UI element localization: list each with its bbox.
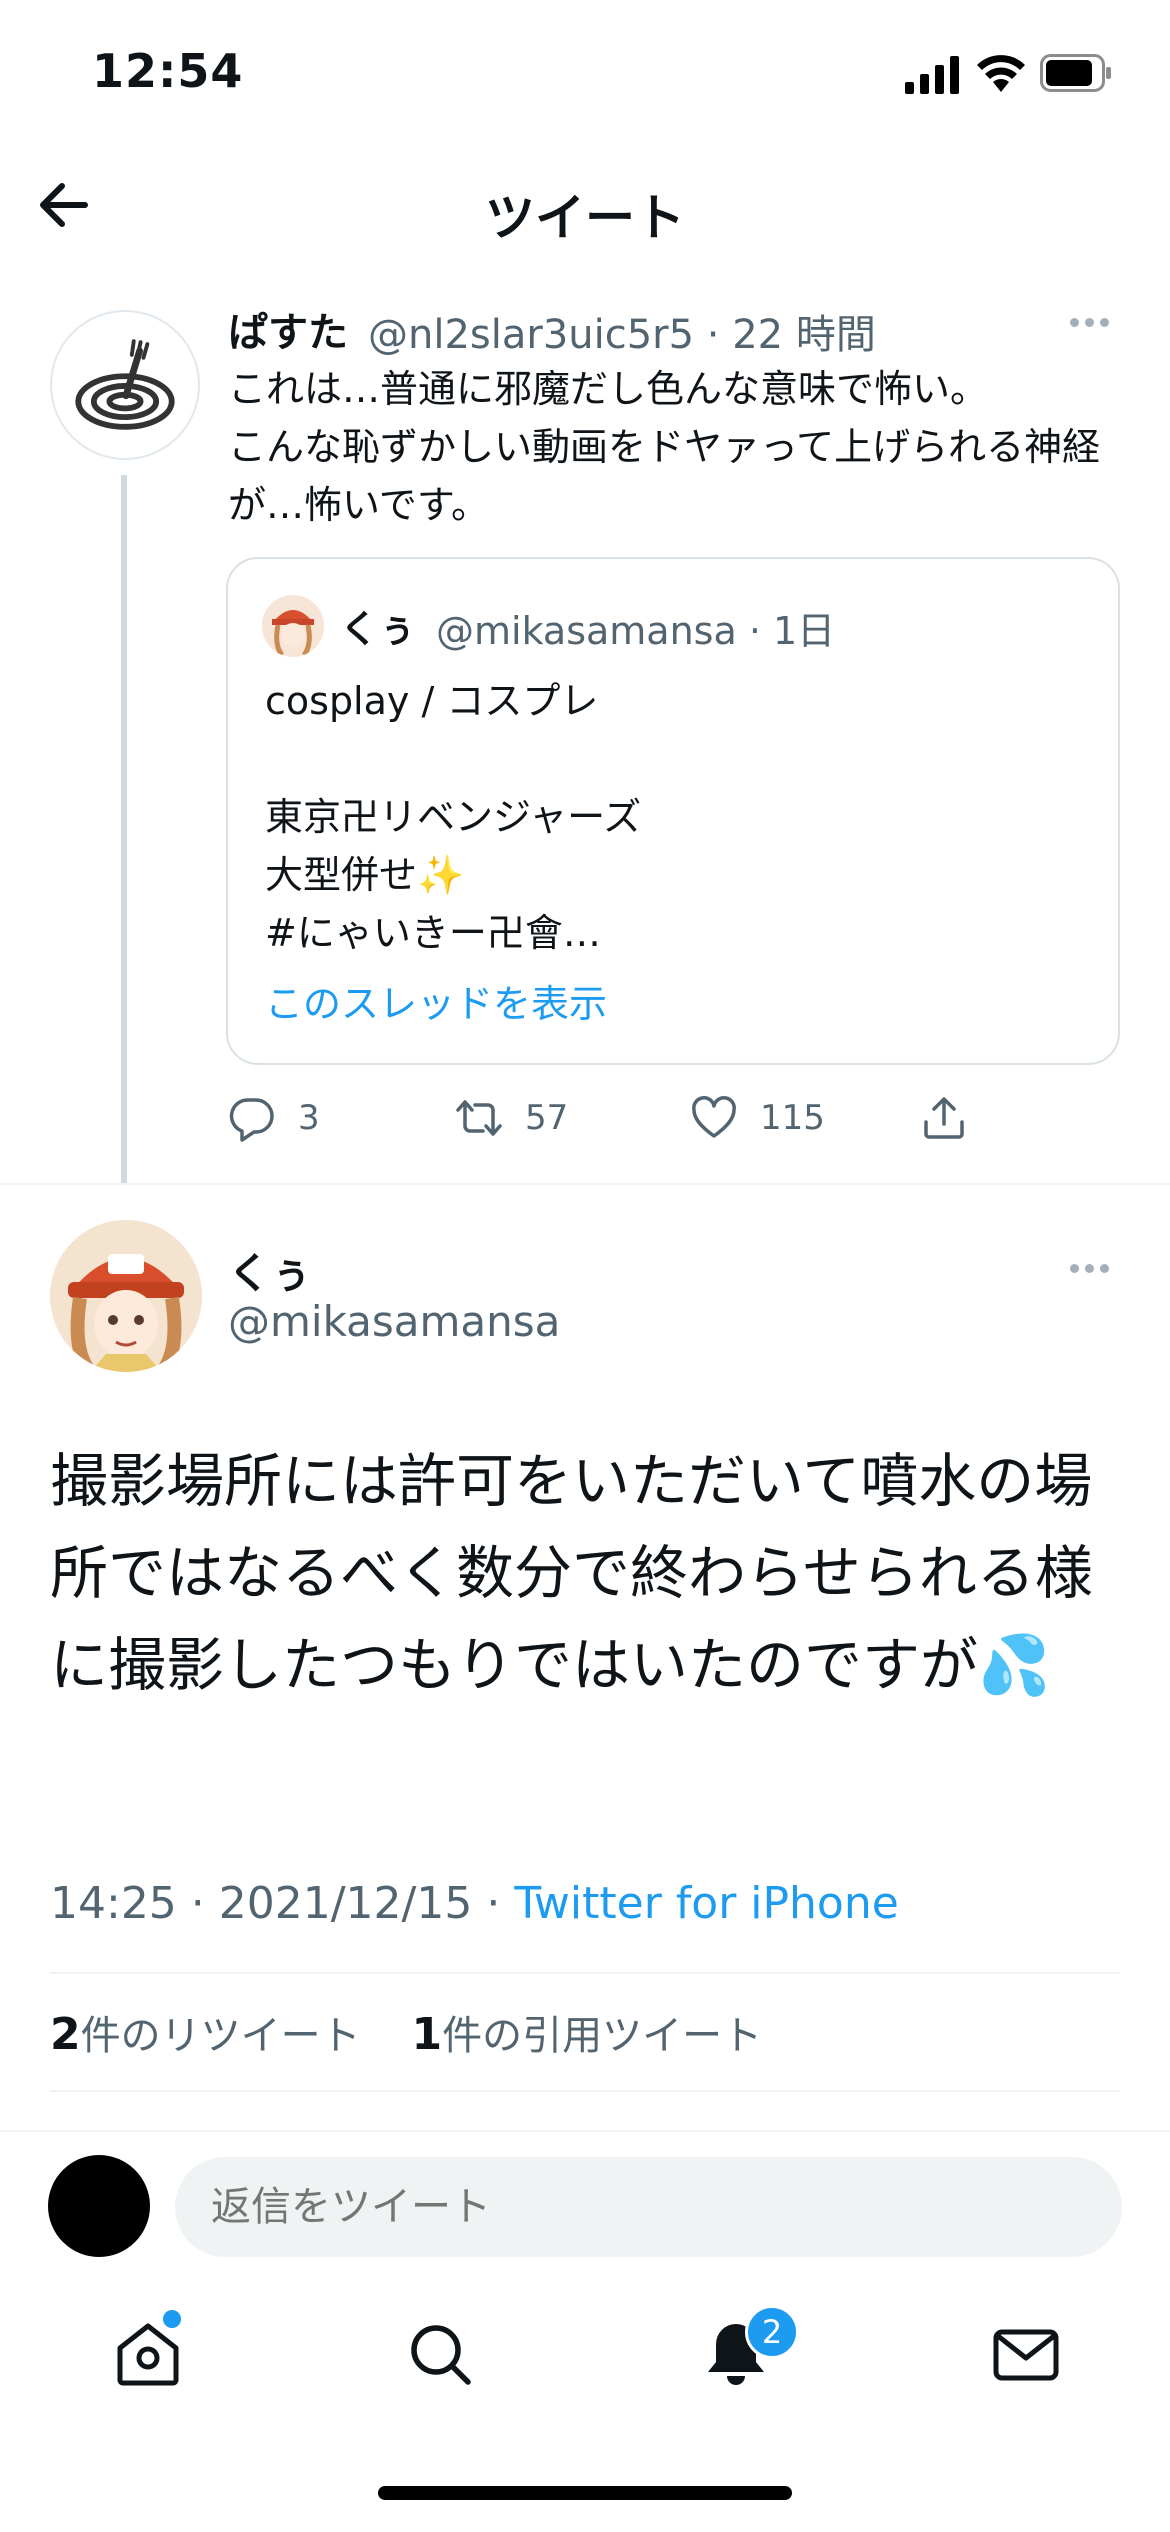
share-button[interactable] [920,1092,990,1144]
cellular-signal-icon [905,56,959,94]
main-more-icon[interactable] [1070,1258,1118,1288]
status-time: 12:54 [92,44,244,98]
battery-icon [1040,54,1111,92]
parent-tweet-text: これは…普通に邪魔だし色んな意味で怖い。 こんな恥ずかしい動画をドヤァって上げら… [228,367,1101,527]
divider [50,1972,1120,1974]
reply-count: 3 [298,1098,320,1138]
main-author-handle[interactable]: @mikasamansa [228,1297,560,1346]
tweet-time-text: 14:25 · 2021/12/15 · [50,1878,515,1929]
home-icon[interactable] [112,2318,184,2390]
home-unread-dot [163,2310,181,2328]
main-author-name[interactable]: くぅ [228,1240,312,1301]
divider [0,1183,1170,1185]
retweet-stat[interactable]: 2件のリツイート [50,2009,361,2060]
wifi-icon [977,55,1025,92]
tweet-source-link[interactable]: Twitter for iPhone [514,1878,898,1929]
cosplayer-avatar-icon [262,595,324,657]
main-tweet-text: 撮影場所には許可をいただいて噴水の場所ではなるべく数分で終わらせられる様に撮影し… [50,1447,1093,1699]
tweet-timestamp: 14:25 · 2021/12/15 · Twitter for iPhone [50,1878,899,1929]
show-thread-link[interactable]: このスレッドを表示 [265,973,607,1028]
reply-icon [229,1098,274,1142]
main-avatar[interactable] [50,1220,202,1372]
retweet-stat-count: 2 [50,2009,81,2060]
quote-author-meta: @mikasamansa · 1日 [436,609,836,653]
retweet-stat-label: 件のリツイート [80,2013,361,2059]
retweet-button[interactable]: 57 [455,1092,568,1144]
quote-stat-count: 1 [411,2009,443,2060]
heart-icon [692,1096,736,1138]
thread-line [121,475,127,1185]
like-button[interactable]: 115 [690,1092,825,1144]
quote-avatar [262,595,324,657]
quote-tweet-text: cosplay / コスプレ 東京卍リベンジャーズ 大型併せ✨ #にゃいきー卍會… [265,679,642,955]
divider [50,2090,1120,2092]
messages-icon[interactable] [990,2318,1062,2390]
page-title: ツイート [485,189,685,247]
parent-author-name[interactable]: ぱすた [228,300,348,358]
quote-stat[interactable]: 1件の引用ツイート [411,2009,763,2060]
reply-input[interactable] [175,2157,1122,2257]
parent-author-meta: @nl2slar3uic5r5 · 22 時間 [368,312,876,358]
retweet-count: 57 [525,1098,569,1138]
quote-author-name: くぅ [340,607,417,651]
my-avatar[interactable] [48,2155,150,2257]
quote-stat-label: 件の引用ツイート [442,2013,763,2059]
home-indicator [378,2486,792,2500]
like-count: 115 [760,1098,825,1138]
reply-button[interactable]: 3 [228,1092,320,1144]
retweet-icon [456,1100,502,1136]
notification-badge: 2 [745,2305,799,2359]
cosplayer-avatar-icon [50,1220,202,1372]
pasta-logo-icon [75,339,175,430]
tweet-stats: 2件のリツイート 1件の引用ツイート [50,2003,762,2061]
parent-more-icon[interactable] [1070,312,1118,342]
share-icon [924,1097,964,1139]
parent-avatar[interactable] [50,310,200,460]
search-icon[interactable] [404,2318,476,2390]
